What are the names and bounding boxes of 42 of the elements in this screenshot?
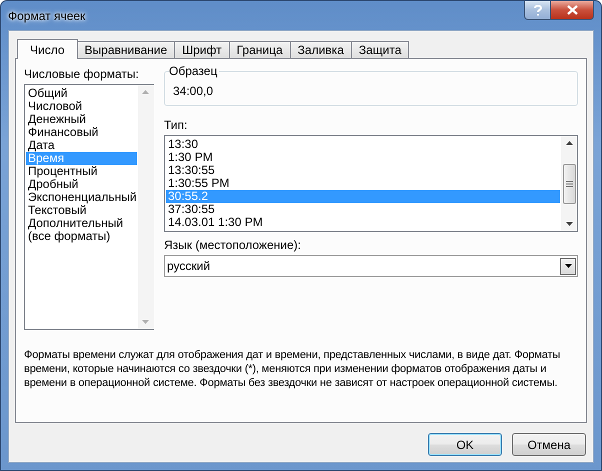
list-item[interactable]: (все форматы) [26, 230, 137, 243]
list-item[interactable]: Денежный [26, 113, 137, 126]
scroll-thumb[interactable] [562, 164, 576, 204]
dropdown-icon[interactable] [560, 258, 576, 274]
tab[interactable]: Число [17, 39, 78, 59]
sample-value: 34:00,0 [173, 84, 214, 98]
tab[interactable]: Выравнивание [76, 41, 176, 58]
list-item[interactable]: Числовой [26, 100, 137, 113]
locale-dropdown[interactable]: русский [164, 255, 578, 277]
dialog-button[interactable]: Отмена [512, 433, 586, 456]
list-item[interactable]: Финансовый [26, 126, 137, 139]
list-item[interactable]: Процентный [26, 165, 137, 178]
locale-label: Язык (местоположение): [164, 238, 302, 254]
tab[interactable]: Шрифт [174, 41, 230, 58]
list-item[interactable]: Экспоненциальный [26, 191, 137, 204]
list-item[interactable]: 1:30 PM [166, 151, 560, 164]
help-button[interactable] [524, 1, 551, 20]
tab[interactable]: Заливка [290, 41, 352, 58]
sample-label: Образец [169, 64, 220, 78]
description-text: Форматы времени служат для отображения дат и времени, представленных числами, в виде дат. Форматы времени, которые начинаются со звездочки (*), меняются при изменении форматов отображения даты и времени в операционной системе. Форматы без звездочки не зависят от настроек операционной системы. [24, 348, 562, 390]
formats-label: Числовые форматы: [24, 67, 140, 83]
type-label: Тип: [164, 118, 188, 134]
dialog-button[interactable]: OK [428, 433, 502, 456]
tab[interactable]: Защита [350, 41, 410, 58]
window-title: Формат ячеек [8, 9, 86, 23]
help-icon [534, 4, 542, 16]
list-item[interactable]: 37:30:55 [166, 203, 560, 216]
tab[interactable]: Граница [228, 41, 291, 58]
list-item[interactable]: 13:30 [166, 138, 560, 151]
close-button[interactable] [551, 1, 594, 20]
type-list[interactable]: 13:30 1:30 PM 13:30:55 1:30:55 PM 30:55.2 37:30:55 14.03.01 1:30 PM [164, 135, 578, 232]
list-item[interactable]: Общий [26, 87, 137, 100]
list-item[interactable]: 13:30:55 [166, 164, 560, 177]
list-item[interactable]: Дробный [26, 178, 137, 191]
close-icon [566, 5, 578, 15]
list-item[interactable]: Дополнительный [26, 217, 137, 230]
list-item[interactable]: 1:30:55 PM [166, 177, 560, 190]
list-item[interactable]: Дата [26, 139, 137, 152]
category-list[interactable]: Общий Числовой Денежный Финансовый Дата Время Процентный Дробный Экспоненциальный Текстовый Дополнительный (все форматы) [24, 84, 154, 330]
scrollbar[interactable] [561, 136, 577, 231]
list-item[interactable]: 14.03.01 1:30 PM [166, 216, 560, 229]
list-item[interactable]: Текстовый [26, 204, 137, 217]
